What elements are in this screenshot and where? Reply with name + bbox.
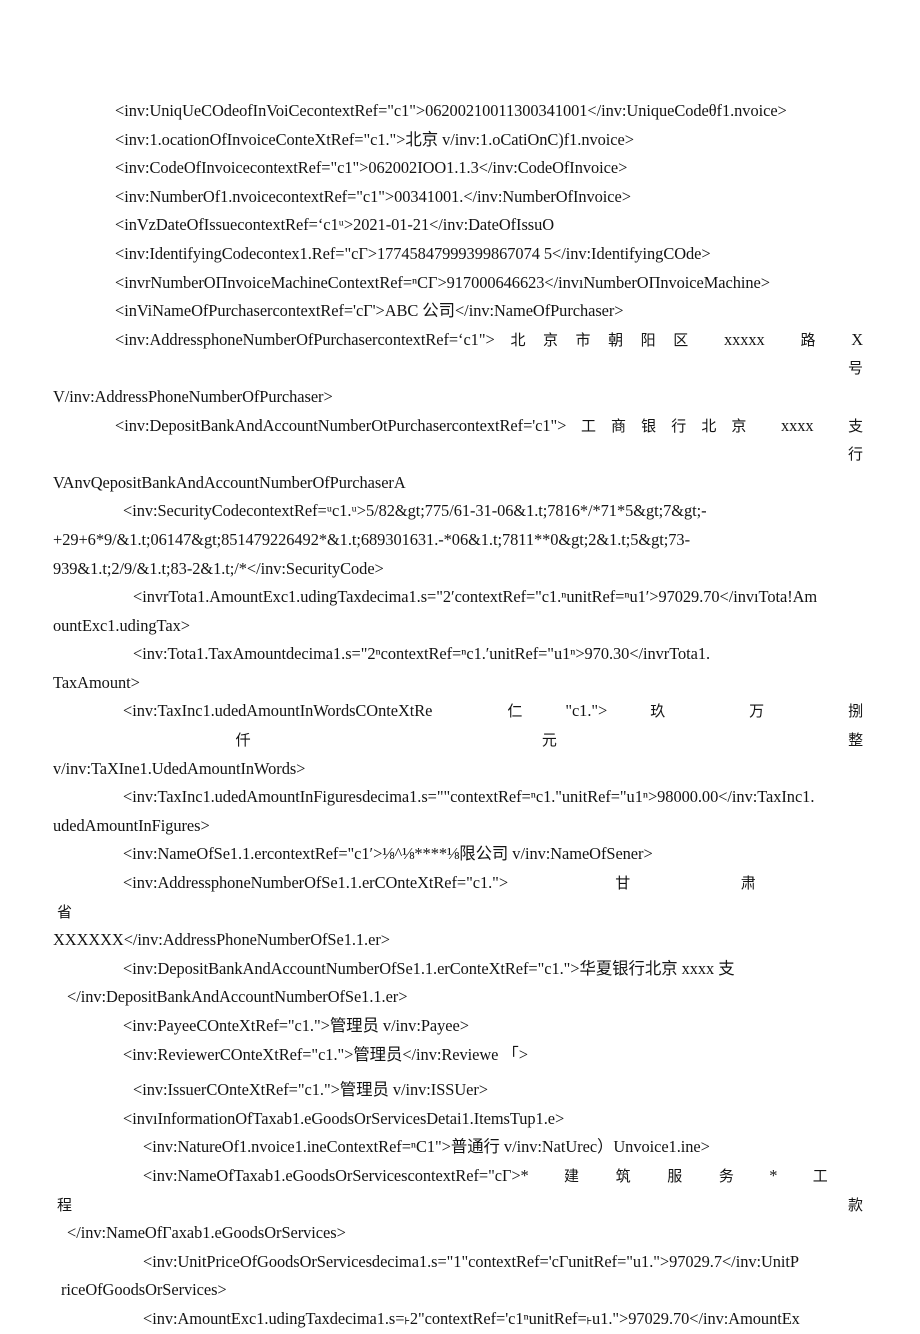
purchaser-address-token-9: 号 <box>91 359 863 378</box>
xml-line-total-tax-amount-close: TaxAmount> <box>53 672 140 692</box>
purchaser-address-token-7: 路 <box>798 330 818 349</box>
xml-line-amount-excluding-tax: <inv:AmountExc1.udingTaxdecima1.s=˫2"con… <box>143 1308 800 1328</box>
xml-line-number-of-invoice: <inv:NumberOf1.nvoicecontextRef="c1">003… <box>115 186 631 206</box>
xml-line-payee: <inv:PayeeCOnteXtRef="c1.">管理员 v/inv:Pay… <box>123 1016 469 1035</box>
xml-line-deposit-bank-of-purchaser: <inv:DepositBankAndAccountNumberOtPurcha… <box>57 412 863 469</box>
xml-line-security-code-3: 939&1.t;2/9/&1.t;83-2&1.t;/*</inv:Securi… <box>53 558 384 578</box>
xml-line-unit-price-of-goods-or-services: <inv:UnitPriceOfGoodsOrServicesdecima1.s… <box>143 1251 799 1271</box>
document-page: <inv:UniqUeCOdeofInVoiCecontextRef="c1">… <box>0 0 920 1328</box>
seller-address-prefix: <inv:AddressphoneNumberOfSe1.1.erCOnteXt… <box>123 873 509 893</box>
xml-line-unique-code-of-invoice: <inv:UniqUeCOdeofInVoiCecontextRef="c1">… <box>115 101 787 120</box>
xml-line-name-of-taxable-goods-close: </inv:NameOfΓaxab1.eGoodsOrServices> <box>67 1223 346 1243</box>
xml-line-date-of-issue: <inVzDateOfIssuecontextRef=ʻc1ᵘ>2021-01-… <box>115 215 555 235</box>
seller-address-token-0: 甘 <box>612 874 634 893</box>
xml-line-total-tax-amount: <inv:Tota1.TaxAmountdecima1.s="2ⁿcontext… <box>133 644 711 664</box>
xml-line-total-amount-excluding-tax-close: ountExc1.udingTax> <box>53 615 190 635</box>
xml-line-tax-included-amount-in-figures-close: udedAmountInFigures> <box>53 815 210 835</box>
xml-line-location-of-invoice: <inv:1.ocationOfInvoiceConteXtRef="c1.">… <box>115 129 634 149</box>
goods-name-token-5: 工 <box>811 1166 829 1185</box>
amount-in-words-prefix: <inv:TaxInc1.udedAmountInWordsCOnteXtRe <box>123 701 433 721</box>
amount-in-words-token-1: 万 <box>740 702 774 721</box>
purchaser-address-token-1: 京 <box>541 330 560 349</box>
purchaser-address-token-8: X <box>851 329 864 349</box>
purchaser-address-token-5: 区 <box>671 330 690 349</box>
xml-line-tax-included-amount-in-words: <inv:TaxInc1.udedAmountInWordsCOnteXtRe 仁… <box>57 697 863 754</box>
purchaser-address-token-0: 北 <box>508 330 528 349</box>
amount-in-words-token-0: 玖 <box>641 702 675 721</box>
goods-name-token-1: 筑 <box>614 1166 632 1185</box>
seller-address-token-1: 肃 <box>737 874 760 893</box>
xml-line-security-code-1: <inv:SecurityCodecontextRef=ᵘc1.ᵘ>5/82&g… <box>123 501 707 521</box>
goods-name-token-0: 建 <box>562 1166 581 1185</box>
xml-line-total-amount-excluding-tax: <invrTota1.AmountExc1.udingTaxdecima1.s=… <box>133 587 818 607</box>
purchaser-bank-token-0: 工 <box>580 416 597 435</box>
xml-line-identifying-code: <inv:IdentifyingCodecontex1.Ref="cΓ>1774… <box>115 243 711 263</box>
purchaser-bank-token-8: 行 <box>91 445 863 464</box>
goods-name-token-3: 务 <box>717 1166 736 1185</box>
purchaser-address-token-2: 市 <box>573 330 593 349</box>
purchaser-bank-token-2: 银 <box>640 416 657 435</box>
amount-in-words-token-5: 整 <box>735 731 864 750</box>
goods-name-token-7: 款 <box>477 1195 863 1214</box>
xml-line-deposit-bank-of-seller-close: </inv:DepositBankAndAccountNumberOfSe1.1… <box>67 987 408 1007</box>
xml-line-issuer: <inv:IssuerCOnteXtRef="c1.">管理员 v/inv:IS… <box>133 1080 488 1100</box>
xml-line-name-of-purchaser: <inViNameOfPurchasercontextRef='cΓ'>ABC … <box>115 301 624 321</box>
xml-line-address-phone-number-of-purchaser-close: V/inv:AddressPhoneNumberOfPurchaser> <box>53 386 333 406</box>
goods-name-prefix: <inv:NameOfTaxab1.eGoodsOrServicescontex… <box>143 1165 529 1185</box>
purchaser-address-prefix: <inv:AddressphoneNumberOfPurchasercontex… <box>115 329 495 349</box>
goods-name-token-2: 服 <box>665 1166 684 1185</box>
amount-in-words-mid-glyph: 仁 <box>498 702 532 721</box>
xml-line-tax-included-amount-in-words-close: v/inv:TaXIne1.UdedAmountInWords> <box>53 758 306 778</box>
amount-in-words-token-3: 仟 <box>123 731 364 750</box>
xml-line-information-of-taxable-goods-detail: <invıInformationOfTaxab1.eGoodsOrService… <box>123 1108 565 1128</box>
purchaser-address-token-4: 阳 <box>638 330 658 349</box>
amount-in-words-token-4: 元 <box>429 731 670 750</box>
purchaser-bank-token-4: 北 <box>700 416 717 435</box>
purchaser-address-token-3: 朝 <box>606 330 625 349</box>
xml-line-deposit-bank-of-purchaser-close: VAnvQepositBankAndAccountNumberOfPurchas… <box>53 472 406 492</box>
xml-line-code-of-invoice: <inv:CodeOfInvoicecontextRef="c1">062002… <box>115 158 628 178</box>
purchaser-bank-token-5: 京 <box>730 416 747 435</box>
document-body: <inv:UniqUeCOdeofInVoiCecontextRef="c1">… <box>53 97 863 1334</box>
xml-line-address-phone-number-of-seller: <inv:AddressphoneNumberOfSe1.1.erCOnteXt… <box>57 869 863 926</box>
purchaser-bank-prefix: <inv:DepositBankAndAccountNumberOtPurcha… <box>115 415 567 435</box>
seller-address-token-2: 省 <box>57 902 72 921</box>
xml-line-number-of-invoice-machine: <invrNumberOΠnvoiceMachineContextRef=ⁿCΓ… <box>115 272 770 292</box>
xml-line-deposit-bank-of-seller: <inv:DepositBankAndAccountNumberOfSe1.1.… <box>123 958 735 978</box>
xml-line-address-phone-number-of-seller-close: XXXXXX</inv:AddressPhoneNumberOfSe1.1.er… <box>53 930 390 950</box>
xml-line-reviewer: <inv:ReviewerCOnteXtRef="c1.">管理员</inv:R… <box>123 1044 528 1064</box>
goods-name-token-6: 程 <box>57 1195 443 1214</box>
xml-line-name-of-taxable-goods-or-services: <inv:NameOfTaxab1.eGoodsOrServicescontex… <box>57 1162 863 1219</box>
xml-line-address-phone-number-of-purchaser: <inv:AddressphoneNumberOfPurchasercontex… <box>57 326 863 383</box>
amount-in-words-quote: "c1."> <box>565 701 608 721</box>
amount-in-words-token-2: 捌 <box>839 702 864 721</box>
xml-line-name-of-seller: <inv:NameOfSe1.1.ercontextRef="c1ʹ>⅛^⅛**… <box>123 844 653 864</box>
purchaser-bank-token-6: xxxx <box>780 415 814 435</box>
xml-line-tax-included-amount-in-figures: <inv:TaxInc1.udedAmountInFiguresdecima1.… <box>123 787 815 807</box>
xml-line-nature-of-invoice-line: <inv:NatureOf1.nvoice1.ineContextRef=ⁿC1… <box>143 1137 710 1157</box>
purchaser-bank-token-1: 商 <box>610 416 627 435</box>
xml-line-security-code-2: +29+6*9/&1.t;06147&gt;851479226492*&1.t;… <box>53 529 690 549</box>
purchaser-bank-token-7: 支 <box>847 416 864 435</box>
purchaser-address-token-6: xxxxx <box>723 329 765 349</box>
purchaser-bank-token-3: 行 <box>670 416 687 435</box>
goods-name-token-4: * <box>769 1165 778 1185</box>
